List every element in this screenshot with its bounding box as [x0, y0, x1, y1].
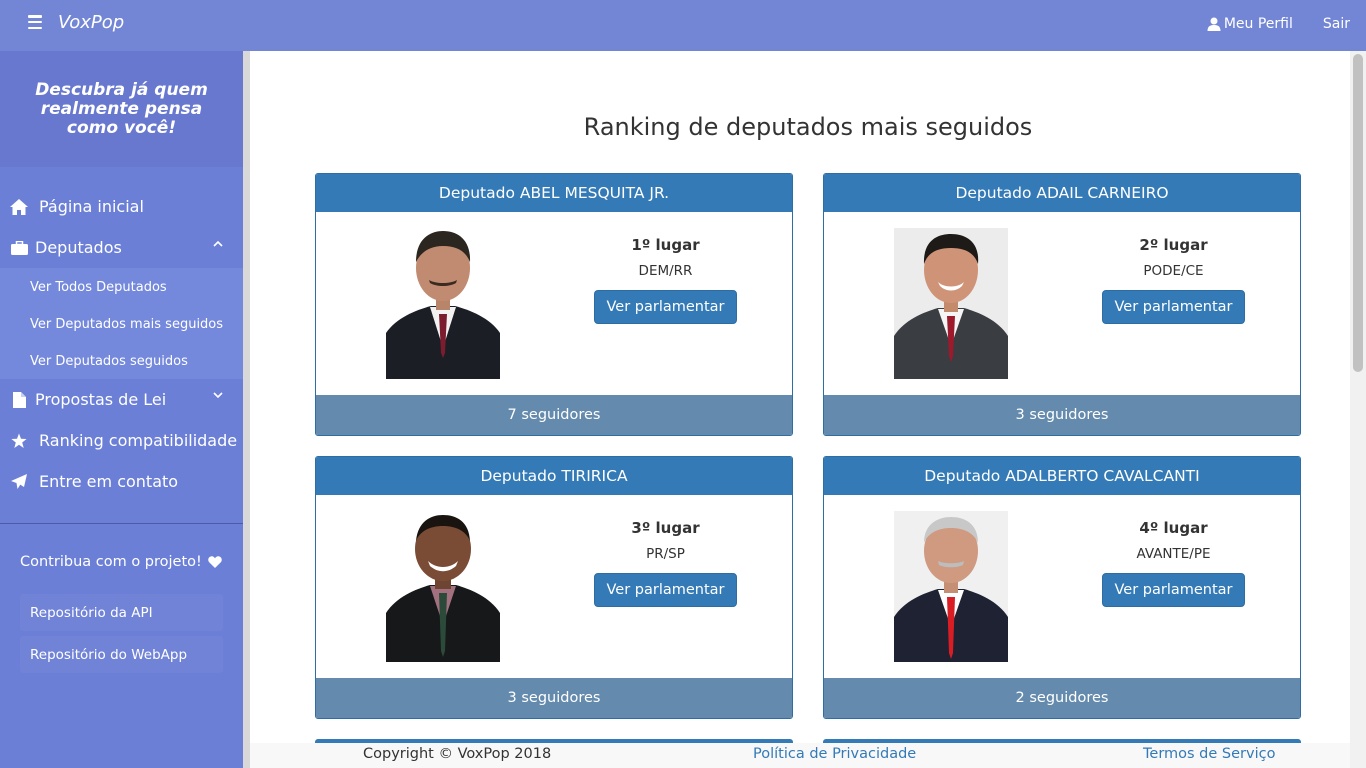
deputy-party: PODE/CE [1143, 263, 1204, 279]
sidebar-item-label: Entre em contato [39, 472, 179, 491]
deputy-photo [894, 511, 1008, 662]
sidebar-item-label: Página inicial [39, 197, 144, 216]
deputy-rank: 1º lugar [631, 236, 700, 254]
logout-link[interactable]: Sair [1323, 16, 1350, 32]
scrollbar[interactable] [1350, 51, 1366, 768]
sidebar-item-ranking[interactable]: Ranking compatibilidade [0, 420, 243, 461]
followers-count: 3 seguidores [824, 395, 1300, 435]
deputy-name: Deputado ADALBERTO CAVALCANTI [824, 457, 1300, 495]
sidebar-border [243, 51, 250, 768]
ver-parlamentar-button[interactable]: Ver parlamentar [594, 573, 737, 607]
sidebar-item-home[interactable]: Página inicial [0, 186, 243, 227]
terms-of-service-link[interactable]: Termos de Serviço [1143, 746, 1275, 762]
top-navbar: VoxPop Meu Perfil Sair [0, 0, 1366, 51]
deputy-rank: 4º lugar [1139, 519, 1208, 537]
page-title: Ranking de deputados mais seguidos [583, 113, 1033, 141]
ver-parlamentar-button[interactable]: Ver parlamentar [1102, 573, 1245, 607]
deputados-submenu: Ver Todos Deputados Ver Deputados mais s… [0, 268, 243, 379]
home-icon [10, 198, 28, 216]
ver-parlamentar-button[interactable]: Ver parlamentar [1102, 290, 1245, 324]
chevron-up-icon [213, 240, 223, 247]
repo-webapp-button[interactable]: Repositório do WebApp [20, 636, 223, 673]
sidebar-item-contato[interactable]: Entre em contato [0, 461, 243, 502]
sidebar-item-deputados[interactable]: Deputados [0, 227, 243, 268]
deputy-card: Deputado ABEL MESQUITA JR. 1º lugar DEM/… [315, 173, 793, 436]
profile-link[interactable]: Meu Perfil [1207, 16, 1293, 32]
deputy-rank: 2º lugar [1139, 236, 1208, 254]
deputy-photo [894, 228, 1008, 379]
deputy-party: AVANTE/PE [1136, 546, 1211, 562]
repo-api-button[interactable]: Repositório da API [20, 594, 223, 631]
privacy-policy-link[interactable]: Política de Privacidade [753, 746, 916, 762]
followers-count: 3 seguidores [316, 678, 792, 718]
star-icon [10, 432, 28, 450]
page-footer: Copyright © VoxPop 2018 Política de Priv… [250, 743, 1350, 768]
file-icon [10, 391, 28, 409]
ver-parlamentar-button[interactable]: Ver parlamentar [594, 290, 737, 324]
copyright-text: Copyright © VoxPop 2018 [363, 746, 552, 762]
deputy-card: Deputado ADALBERTO CAVALCANTI 4º lugar A… [823, 456, 1301, 719]
menu-icon[interactable] [28, 15, 42, 29]
submenu-ver-todos[interactable]: Ver Todos Deputados [30, 280, 167, 295]
followers-count: 2 seguidores [824, 678, 1300, 718]
followers-count: 7 seguidores [316, 395, 792, 435]
deputy-name: Deputado TIRIRICA [316, 457, 792, 495]
deputy-name: Deputado ABEL MESQUITA JR. [316, 174, 792, 212]
user-icon [1207, 17, 1221, 31]
brand-logo[interactable]: VoxPop [58, 12, 124, 33]
deputy-photo [386, 228, 500, 379]
deputy-name: Deputado ADAIL CARNEIRO [824, 174, 1300, 212]
sidebar-tagline: Descubra já quem realmente pensa como vo… [0, 51, 243, 167]
sidebar-item-propostas[interactable]: Propostas de Lei [0, 379, 243, 420]
sidebar-item-label: Deputados [35, 238, 122, 257]
deputy-party: DEM/RR [638, 263, 693, 279]
deputy-card: Deputado TIRIRICA 3º lugar PR/SP Ver par… [315, 456, 793, 719]
contribute-label: Contribua com o projeto! [20, 554, 202, 570]
briefcase-icon [10, 239, 28, 257]
submenu-seguidos[interactable]: Ver Deputados seguidos [30, 354, 188, 369]
deputy-rank: 3º lugar [631, 519, 700, 537]
deputy-card: Deputado ADAIL CARNEIRO 2º lugar PODE/CE… [823, 173, 1301, 436]
contribute-text: Contribua com o projeto! [20, 554, 222, 570]
sidebar-divider [0, 523, 243, 524]
scrollbar-thumb[interactable] [1353, 54, 1363, 372]
profile-label: Meu Perfil [1223, 16, 1293, 32]
sidebar-item-label: Propostas de Lei [35, 390, 167, 409]
deputy-photo [386, 511, 500, 662]
send-icon [10, 473, 28, 491]
submenu-mais-seguidos[interactable]: Ver Deputados mais seguidos [30, 317, 223, 332]
chevron-down-icon [213, 392, 223, 399]
sidebar: Descubra já quem realmente pensa como vo… [0, 51, 243, 768]
sidebar-item-label: Ranking compatibilidade [39, 431, 238, 450]
heart-icon [208, 556, 222, 568]
deputy-party: PR/SP [646, 546, 685, 562]
